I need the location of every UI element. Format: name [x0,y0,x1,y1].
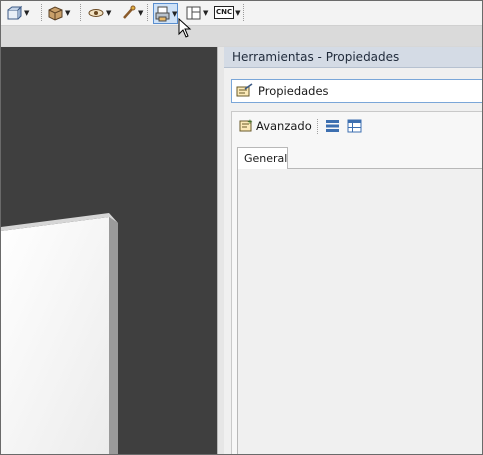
chevron-down-icon: ▼ [235,8,241,17]
chevron-down-icon: ▼ [138,8,144,17]
3d-viewport[interactable] [1,47,217,454]
cnc-icon: CNC [214,6,235,19]
chevron-down-icon: ▼ [203,8,209,17]
toolbar-band [1,26,482,46]
advanced-label: Avanzado [256,118,312,133]
tools-properties-panel: Herramientas - Propiedades Propiedades + [224,47,482,454]
printer-icon [155,6,170,21]
toolbar-separator [80,4,82,21]
properties-icon [236,83,253,97]
advanced-icon: + [239,118,253,132]
chevron-down-icon: ▼ [65,8,71,17]
table-view-icon[interactable] [347,119,362,133]
toolbar-separator [243,4,245,21]
chevron-down-icon: ▼ [106,8,112,17]
view-cube-button[interactable]: ▼ [6,3,29,22]
eye-button[interactable]: ▼ [87,3,111,22]
mouse-cursor-icon [178,18,192,38]
brush-icon [123,5,136,19]
box-button[interactable]: ▼ [47,3,70,22]
tab-content [237,168,482,454]
box-icon [48,5,63,21]
properties-selector[interactable]: Propiedades [231,79,482,103]
advanced-button[interactable]: + Avanzado [238,118,312,133]
list-view-icon[interactable] [325,119,340,133]
view-cube-icon [7,5,23,19]
tab-general-label: General [244,152,288,165]
properties-toolbar: + Avanzado [232,112,482,140]
3d-model-panel [1,213,118,454]
eye-icon [88,8,104,17]
svg-text:+: + [247,118,253,126]
toolbar-separator [317,119,319,134]
panel-header: Herramientas - Propiedades [224,47,482,68]
printer-button[interactable]: ▼ [153,3,179,24]
brush-button[interactable]: ▼ [120,3,143,22]
cnc-button[interactable]: CNC ▼ [214,3,241,22]
chevron-down-icon: ▼ [24,8,30,17]
toolbar-separator [41,4,43,21]
toolbar-separator [147,4,149,21]
tab-general[interactable]: General [237,147,288,169]
application-window: ▼ ▼ ▼ ▼ ▼ ▼ CNC ▼ Herramientas - Propied… [0,0,483,455]
panel-title: Herramientas - Propiedades [232,50,400,64]
chevron-down-icon: ▼ [172,9,178,18]
selector-label: Propiedades [258,84,329,98]
main-toolbar: ▼ ▼ ▼ ▼ ▼ ▼ CNC ▼ [1,1,482,26]
properties-container: + Avanzado General [231,111,482,454]
